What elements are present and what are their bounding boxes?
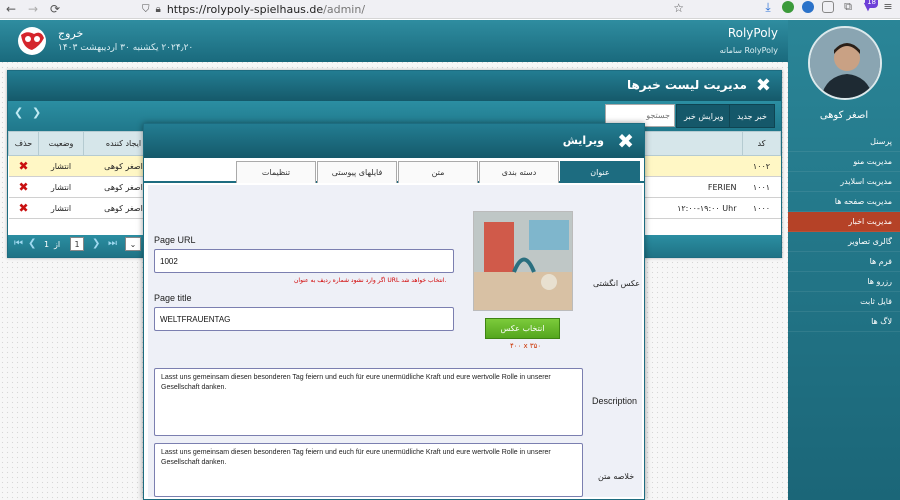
extension-badge: 18: [865, 0, 878, 8]
download-icon[interactable]: ⤓: [762, 1, 774, 13]
row-id: ۱۰۰۰: [742, 197, 781, 219]
last-page-icon[interactable]: ⏭: [108, 238, 117, 249]
brand-subtitle: سامانه RolyPoly: [719, 46, 778, 55]
sidebar-menu: پرسنل مدیریت منو مدیریت اسلایدر مدیریت ص…: [788, 132, 900, 332]
extension-green-icon[interactable]: [782, 1, 794, 13]
url-text: https://rolypoly-spielhaus.de/admin/: [166, 3, 366, 16]
dialog-title: ویرایش: [562, 134, 604, 147]
right-sidebar: اصغر کوهی پرسنل مدیریت منو مدیریت اسلاید…: [788, 20, 900, 500]
list-window-title: مدیریت لیست خبرها: [626, 78, 747, 92]
page-title-label: Page title: [154, 293, 192, 303]
extensions-area: ⤓ ⧉ ▼18 ≡: [762, 0, 894, 13]
col-status[interactable]: وضعیت: [38, 131, 84, 156]
admin-page: خروج یکشنبه ۳۰ اردیبهشت ۱۴۰۳ ‎۲۰۲۴٫۲۰ Ro…: [0, 20, 900, 500]
sidebar-item-menu[interactable]: مدیریت منو: [788, 152, 900, 172]
row-status: انتشار: [38, 197, 84, 219]
avatar-photo: [810, 28, 880, 98]
summary-field[interactable]: Lasst uns gemeinsam diesen besonderen Ta…: [154, 443, 583, 497]
playhouse-photo: [474, 212, 572, 310]
page-size-dropdown[interactable]: ⌄: [125, 237, 141, 251]
image-dimensions: ۴۰۰ x ۳۵۰: [510, 342, 542, 350]
brand-title: RolyPoly: [727, 26, 778, 40]
browser-toolbar: ← → ⟳ ⛉ 🔒︎ https://rolypoly-spielhaus.de…: [0, 0, 900, 19]
sidebar-item-personnel[interactable]: پرسنل: [788, 132, 900, 152]
logout-link[interactable]: خروج: [58, 27, 83, 40]
close-icon[interactable]: ✖: [756, 75, 771, 96]
tab-attachments[interactable]: فایلهای پیوستی: [317, 161, 397, 183]
chevron-right-icon[interactable]: ❯: [32, 106, 41, 119]
row-status: انتشار: [38, 155, 84, 177]
user-name: اصغر کوهی: [819, 110, 869, 121]
address-bar[interactable]: ⛉ 🔒︎ https://rolypoly-spielhaus.de/admin…: [142, 1, 694, 18]
page-title-field[interactable]: [154, 307, 454, 331]
extension-shield-icon[interactable]: [822, 1, 834, 13]
bookmark-star-icon[interactable]: ☆: [673, 1, 684, 15]
prev-page-icon[interactable]: ❮: [28, 238, 36, 249]
pager-of: از: [54, 240, 61, 249]
sidebar-item-slider[interactable]: مدیریت اسلایدر: [788, 172, 900, 192]
sidebar-item-logs[interactable]: لاگ ها: [788, 312, 900, 332]
row-id: ۱۰۰۱: [742, 176, 781, 198]
col-id[interactable]: کد: [742, 131, 781, 156]
forward-icon[interactable]: →: [22, 2, 44, 16]
close-icon[interactable]: ✖: [617, 129, 634, 153]
first-page-icon[interactable]: ⏮: [14, 238, 23, 249]
row-id: ۱۰۰۲: [742, 155, 781, 177]
sidebar-item-files[interactable]: فایل ثابت: [788, 292, 900, 312]
title-form: Page URL اگر وارد نشود شماره ردیف به عنو…: [148, 185, 642, 497]
rolypoly-logo-icon: [18, 27, 46, 55]
edit-news-button[interactable]: ویرایش خبر: [676, 104, 732, 128]
sidebar-item-gallery[interactable]: گالری تصاویر: [788, 232, 900, 252]
dialog-titlebar: ویرایش ✖: [144, 124, 644, 158]
dialog-tabs: عنوان دسته بندی متن فایلهای پیوستی تنظیم…: [144, 158, 644, 183]
date-text: یکشنبه ۳۰ اردیبهشت ۱۴۰۳ ‎۲۰۲۴٫۲۰: [58, 43, 194, 53]
sidebar-item-reservations[interactable]: رزرو ها: [788, 272, 900, 292]
page-number-input[interactable]: 1: [70, 237, 84, 251]
sidebar-item-pages[interactable]: مدیریت صفحه ها: [788, 192, 900, 212]
thumbnail-label: عکس انگشتی: [593, 279, 641, 288]
tab-category[interactable]: دسته بندی: [479, 161, 559, 183]
lock-icon: 🔒︎: [155, 4, 161, 15]
chevron-left-icon[interactable]: ❮: [14, 106, 23, 119]
thumbnail-image: [473, 211, 573, 311]
pager-total: 1: [44, 240, 50, 249]
top-header: خروج یکشنبه ۳۰ اردیبهشت ۱۴۰۳ ‎۲۰۲۴٫۲۰ Ro…: [0, 20, 790, 62]
tab-settings[interactable]: تنظیمات: [236, 161, 316, 183]
delete-icon[interactable]: ✖: [8, 176, 39, 198]
edit-dialog: ویرایش ✖ عنوان دسته بندی متن فایلهای پیو…: [143, 123, 645, 500]
puzzle-icon[interactable]: ⧉: [842, 1, 854, 13]
list-window-titlebar: مدیریت لیست خبرها ✖: [8, 71, 781, 101]
tab-title[interactable]: عنوان: [560, 161, 640, 183]
tab-text[interactable]: متن: [398, 161, 478, 183]
page-url-label: Page URL: [154, 235, 196, 245]
back-icon[interactable]: ←: [0, 2, 22, 16]
page-url-field[interactable]: [154, 249, 454, 273]
new-news-button[interactable]: خبر جدید: [729, 104, 775, 128]
pocket-icon[interactable]: ▼18: [862, 0, 878, 13]
url-hint-text: اگر وارد نشود شماره ردیف به عنوان URL ان…: [294, 277, 447, 284]
description-field[interactable]: Lasst uns gemeinsam diesen besonderen Ta…: [154, 368, 583, 436]
row-status: انتشار: [38, 176, 84, 198]
next-page-icon[interactable]: ❯: [92, 238, 100, 249]
choose-image-button[interactable]: انتخاب عکس: [485, 318, 560, 339]
delete-icon[interactable]: ✖: [8, 155, 39, 177]
user-avatar: [808, 26, 882, 100]
menu-icon[interactable]: ≡: [882, 1, 894, 13]
shield-icon: ⛉: [142, 4, 150, 15]
summary-label: خلاصه متن: [598, 472, 635, 481]
col-delete[interactable]: حذف: [8, 131, 39, 156]
sidebar-item-forms[interactable]: فرم ها: [788, 252, 900, 272]
sidebar-item-news[interactable]: مدیریت اخبار: [788, 212, 900, 232]
extension-blue-icon[interactable]: [802, 1, 814, 13]
delete-icon[interactable]: ✖: [8, 197, 39, 219]
reload-icon[interactable]: ⟳: [44, 2, 66, 16]
description-label: Description: [592, 396, 638, 406]
